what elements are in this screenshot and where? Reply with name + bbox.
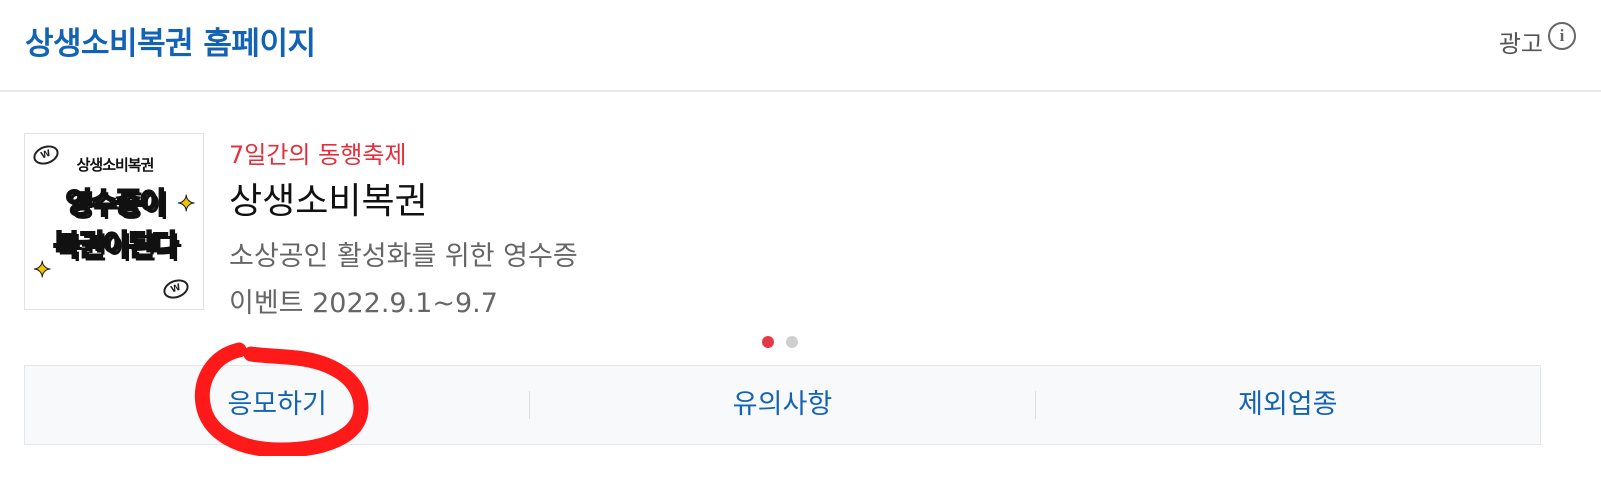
sparkle-icon: ✦: [176, 192, 196, 218]
promo-title[interactable]: 상생소비복권: [229, 172, 428, 224]
notice-button[interactable]: 유의사항: [530, 366, 1034, 444]
excluded-business-button[interactable]: 제외업종: [1036, 366, 1540, 444]
info-icon[interactable]: i: [1548, 22, 1576, 50]
pagination-dot[interactable]: [786, 336, 798, 348]
apply-button[interactable]: 응모하기: [25, 366, 529, 444]
thumbnail-headline-2: 복권이된다: [52, 227, 179, 263]
homepage-link[interactable]: 상생소비복권 홈페이지: [25, 18, 316, 63]
pagination-dot-active[interactable]: [762, 336, 774, 348]
action-button-bar: 응모하기 유의사항 제외업종: [24, 365, 1541, 445]
ad-label: 광고: [1498, 30, 1543, 58]
sparkle-icon: ✦: [32, 258, 52, 284]
coin-icon: W: [160, 276, 192, 302]
carousel-pagination: [762, 333, 810, 352]
promo-description: 소상공인 활성화를 위한 영수증: [229, 241, 578, 272]
thumbnail-small-text: 상생소비복권: [76, 156, 155, 174]
promo-thumbnail[interactable]: W 상생소비복권 영수증이 복권이된다 ✦ ✦ W: [24, 133, 204, 310]
promo-subtitle: 7일간의 동행축제: [229, 141, 407, 169]
promo-date: 이벤트 2022.9.1~9.7: [229, 288, 498, 319]
ad-header: 상생소비복권 홈페이지 광고 i: [0, 0, 1601, 92]
